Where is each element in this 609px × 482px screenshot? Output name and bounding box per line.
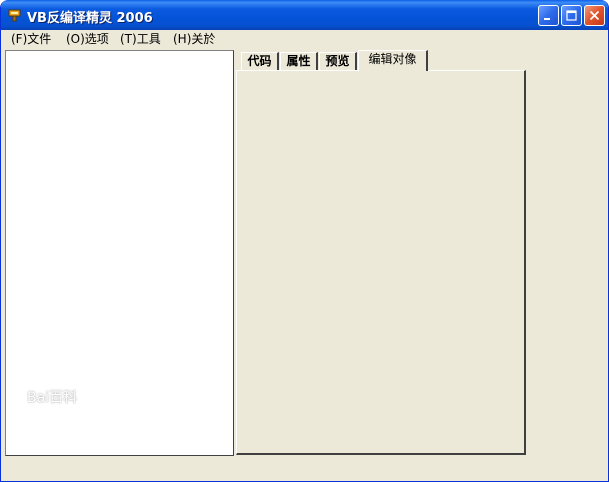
tab-properties[interactable]: 属性 (280, 52, 318, 70)
tab-edit-objects[interactable]: 编辑对像 (358, 50, 428, 71)
window-title: VB反编译精灵 2006 (27, 11, 153, 26)
menu-options[interactable]: (O)选项 (66, 31, 109, 48)
title-bar[interactable]: VB反编译精灵 2006 (1, 0, 608, 30)
minimize-icon (544, 18, 550, 20)
minimize-button[interactable] (538, 5, 559, 26)
status-bar (1, 456, 608, 481)
menu-tools[interactable]: (T)工具 (120, 31, 161, 48)
tab-content-panel (236, 70, 526, 455)
menu-bar: (F)文件 (O)选项 (T)工具 (H)关於 (1, 30, 608, 49)
tab-code[interactable]: 代码 (241, 52, 279, 70)
menu-about[interactable]: (H)关於 (173, 31, 215, 48)
close-button[interactable] (584, 5, 605, 26)
app-icon (8, 9, 21, 22)
close-icon (589, 10, 600, 21)
maximize-button[interactable] (561, 5, 582, 26)
app-window: VB反编译精灵 2006 (F)文件 (O)选项 (T)工具 (H)关於 代码 … (0, 0, 609, 482)
tab-preview[interactable]: 预览 (319, 52, 357, 70)
watermark-logo: Bai百科 (27, 390, 78, 406)
menu-file[interactable]: (F)文件 (11, 31, 51, 48)
maximize-icon (566, 10, 577, 21)
